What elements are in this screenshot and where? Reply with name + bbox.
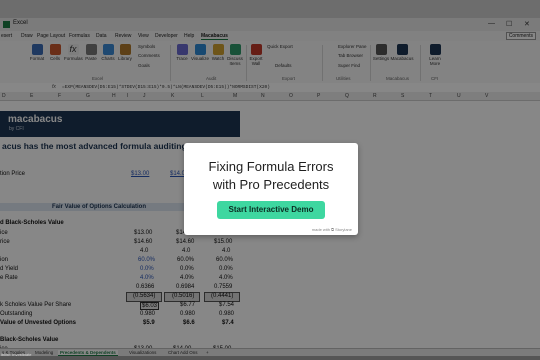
made-with-storylane[interactable]: made with ⧉ Storylane [312,227,352,232]
modal-title: Fixing Formula Errors with Pro Precedent… [208,159,334,192]
demo-modal: Fixing Formula Errors with Pro Precedent… [184,143,358,235]
bottom-strip [0,356,540,360]
start-demo-button[interactable]: Start Interactive Demo [217,201,325,219]
